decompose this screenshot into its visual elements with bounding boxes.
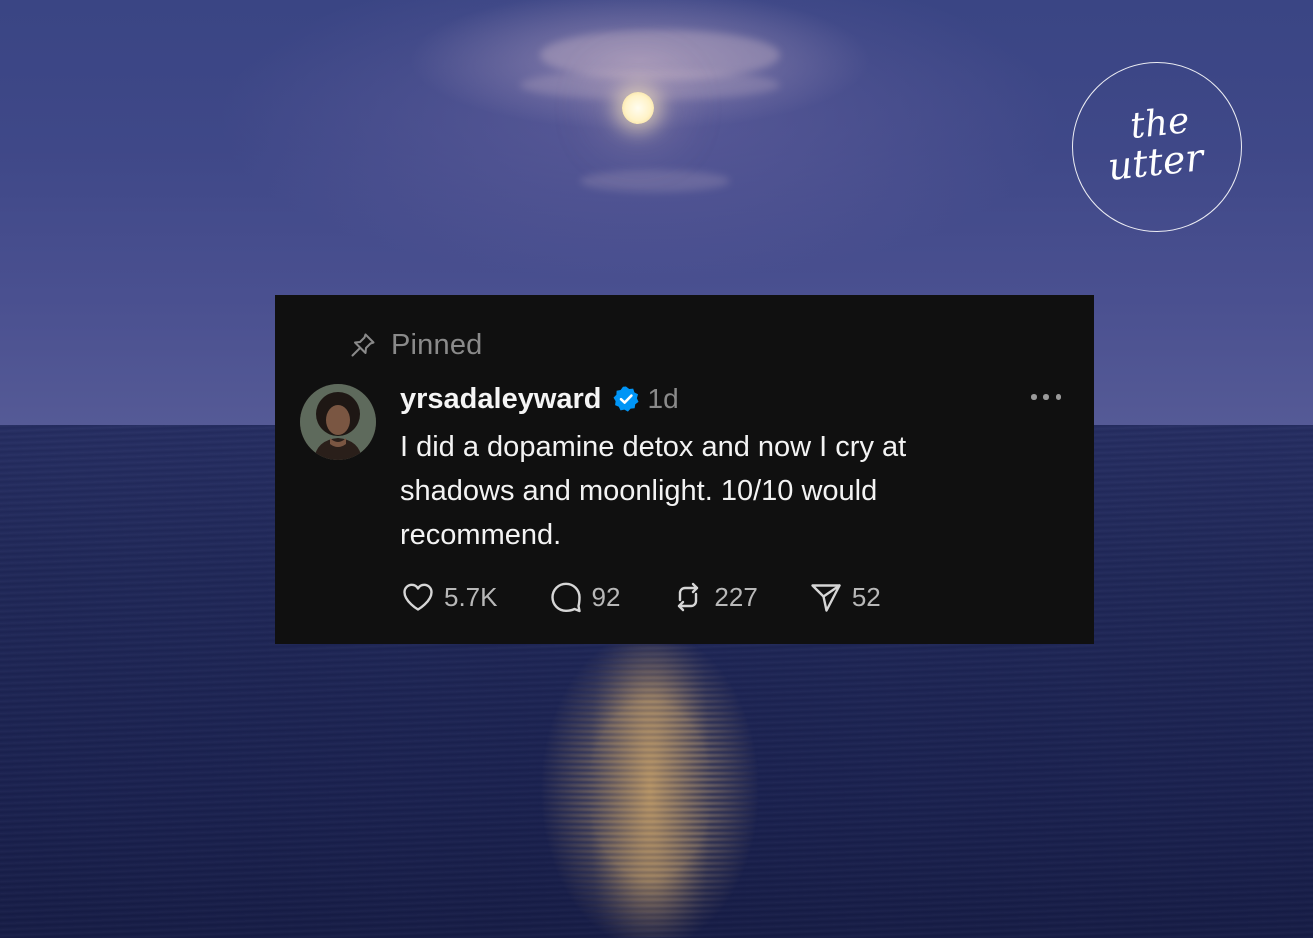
post-card[interactable]: Pinned yrsadaleyward 1d I did a dopamine… <box>275 295 1094 644</box>
more-icon-dot <box>1055 394 1061 400</box>
comment-icon <box>550 582 581 613</box>
verified-badge-icon <box>613 386 639 412</box>
moon <box>622 92 654 124</box>
repost-button[interactable]: 227 <box>670 579 758 615</box>
send-icon <box>811 584 841 612</box>
reply-button[interactable]: 92 <box>548 579 621 615</box>
cloud <box>580 170 730 192</box>
action-bar: 5.7K 92 227 52 <box>400 579 881 615</box>
post-header: yrsadaleyward 1d <box>400 379 679 419</box>
more-icon-dot <box>1043 394 1049 400</box>
avatar-photo <box>300 384 376 460</box>
repost-icon <box>678 582 699 612</box>
the-utter-logo: the utter <box>1072 62 1242 232</box>
pinned-label: Pinned <box>391 328 483 361</box>
heart-icon <box>403 583 433 611</box>
cloud <box>520 70 780 100</box>
post-text: I did a dopamine detox and now I cry at … <box>400 431 907 551</box>
more-options-button[interactable] <box>1031 387 1061 407</box>
post-time: 1d <box>647 383 679 414</box>
pinned-indicator: Pinned <box>349 327 483 363</box>
like-count: 5.7K <box>444 581 498 612</box>
svg-text:utter: utter <box>1106 135 1209 189</box>
avatar[interactable] <box>300 384 376 460</box>
background-photo: the utter Pinned yrsadaleyward 1d I did … <box>0 0 1313 938</box>
pin-icon <box>351 333 375 357</box>
share-count: 52 <box>851 581 881 612</box>
share-button[interactable]: 52 <box>808 579 881 615</box>
more-icon-dot <box>1031 394 1037 400</box>
reply-count: 92 <box>591 581 621 612</box>
repost-count: 227 <box>714 581 758 612</box>
like-button[interactable]: 5.7K <box>400 579 498 615</box>
moonlight-reflection <box>530 640 770 938</box>
username[interactable]: yrsadaleyward <box>400 383 602 416</box>
